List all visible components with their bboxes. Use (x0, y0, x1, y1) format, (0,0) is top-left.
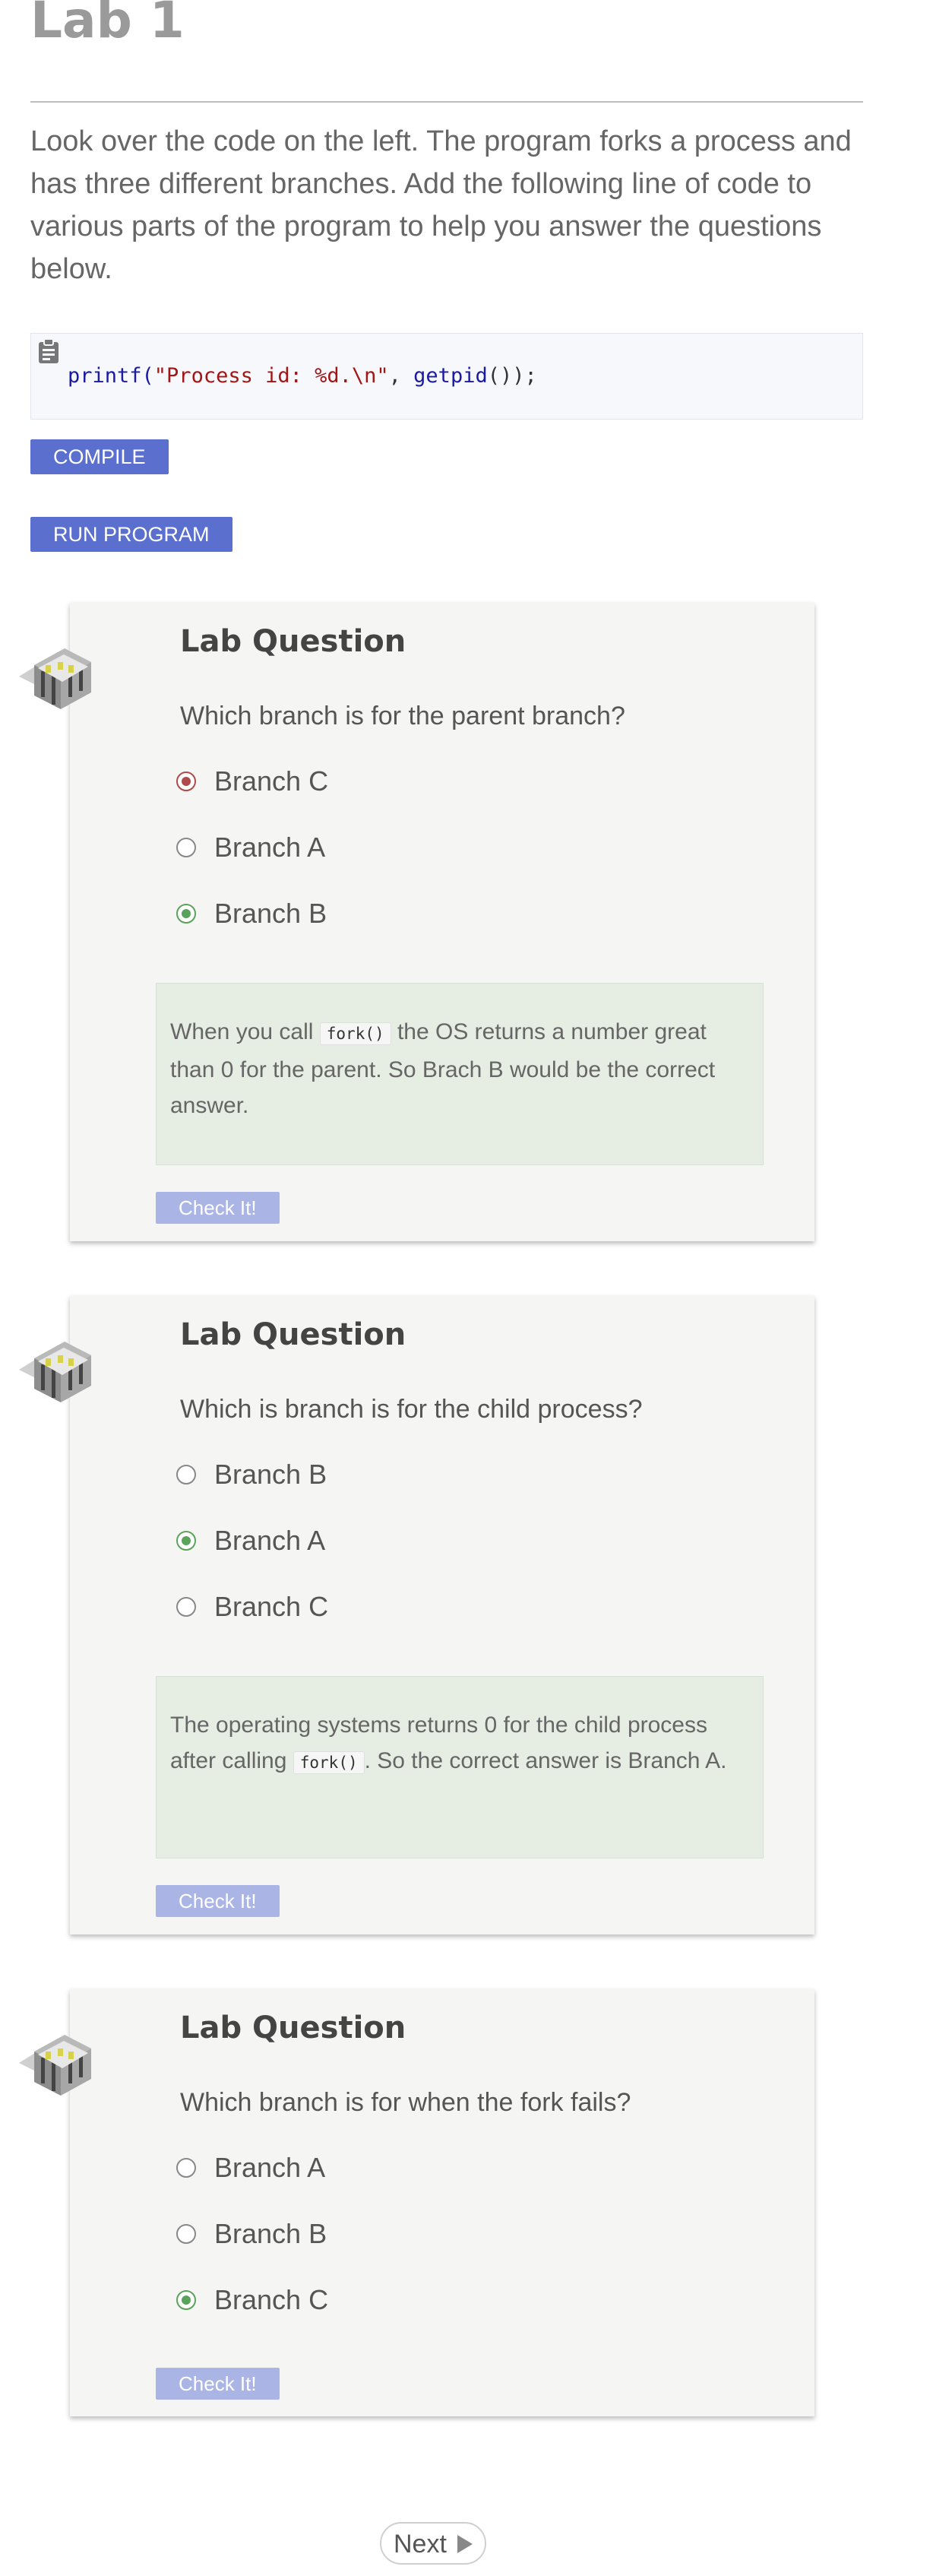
check-it-button[interactable]: Check It! (156, 2368, 280, 2400)
inline-code: fork() (319, 1022, 391, 1045)
question-heading: Lab Question (180, 2010, 406, 2045)
question-text: Which branch is for the parent branch? (180, 702, 625, 730)
feedback-text: . So the correct answer is Branch A. (364, 1748, 727, 1773)
code-snippet: printf("Process id: %d.\n", getpid()); (30, 333, 863, 420)
answer-option-label: Branch A (214, 2152, 326, 2183)
code-string: "Process id: %d.\n" (153, 364, 389, 388)
question-heading: Lab Question (180, 1317, 406, 1352)
radio-button[interactable] (176, 2158, 196, 2178)
radio-button[interactable] (176, 1465, 196, 1484)
page-title: Lab 1 (30, 0, 185, 49)
compile-button[interactable]: COMPILE (30, 439, 169, 474)
radio-button[interactable] (176, 2290, 196, 2310)
lab-bench-icon (15, 2021, 99, 2105)
lab-instructions: Look over the code on the left. The prog… (30, 125, 852, 285)
next-label: Next (394, 2530, 447, 2559)
radio-button[interactable] (176, 904, 196, 924)
clipboard-icon[interactable] (37, 338, 60, 364)
feedback-text: When you call (170, 1019, 320, 1044)
check-it-button[interactable]: Check It! (156, 1885, 280, 1917)
radio-button[interactable] (176, 772, 196, 791)
radio-button[interactable] (176, 1531, 196, 1551)
code-end: ()); (487, 364, 537, 388)
code-call: getpid (413, 364, 488, 388)
inline-code: fork() (293, 1751, 365, 1774)
code-function: printf( (68, 364, 154, 388)
next-button[interactable]: Next (380, 2522, 486, 2565)
question-text: Which branch is for when the fork fails? (180, 2088, 631, 2117)
play-arrow-icon (457, 2535, 473, 2553)
radio-button[interactable] (176, 2224, 196, 2244)
answer-option-label: Branch C (214, 1591, 329, 1622)
radio-button[interactable] (176, 1597, 196, 1617)
answer-option-label: Branch C (214, 765, 329, 797)
question-text: Which is branch is for the child process… (180, 1395, 643, 1424)
question-card: Lab Question Which branch is for the pare… (19, 603, 814, 1241)
lab-bench-icon (15, 1328, 99, 1412)
answer-feedback: When you call fork() the OS returns a nu… (156, 983, 764, 1165)
answer-option-label: Branch A (214, 832, 326, 863)
answer-option-label: Branch B (214, 1459, 327, 1490)
answer-option-label: Branch A (214, 1525, 326, 1556)
code-separator: , (388, 364, 414, 388)
answer-feedback: The operating systems returns 0 for the … (156, 1676, 764, 1858)
divider (30, 101, 863, 103)
answer-option-label: Branch B (214, 2218, 327, 2249)
lab-bench-icon (15, 635, 99, 718)
question-card: Lab Question Which is branch is for the c… (19, 1296, 814, 1934)
check-it-button[interactable]: Check It! (156, 1192, 280, 1224)
answer-option-label: Branch C (214, 2284, 329, 2315)
answer-option-label: Branch B (214, 898, 327, 929)
run-program-button[interactable]: RUN PROGRAM (30, 517, 232, 552)
code-line: printf("Process id: %d.\n", getpid()); (68, 364, 537, 388)
radio-button[interactable] (176, 838, 196, 857)
question-heading: Lab Question (180, 624, 406, 659)
question-card: Lab Question Which branch is for when the… (19, 1989, 814, 2416)
